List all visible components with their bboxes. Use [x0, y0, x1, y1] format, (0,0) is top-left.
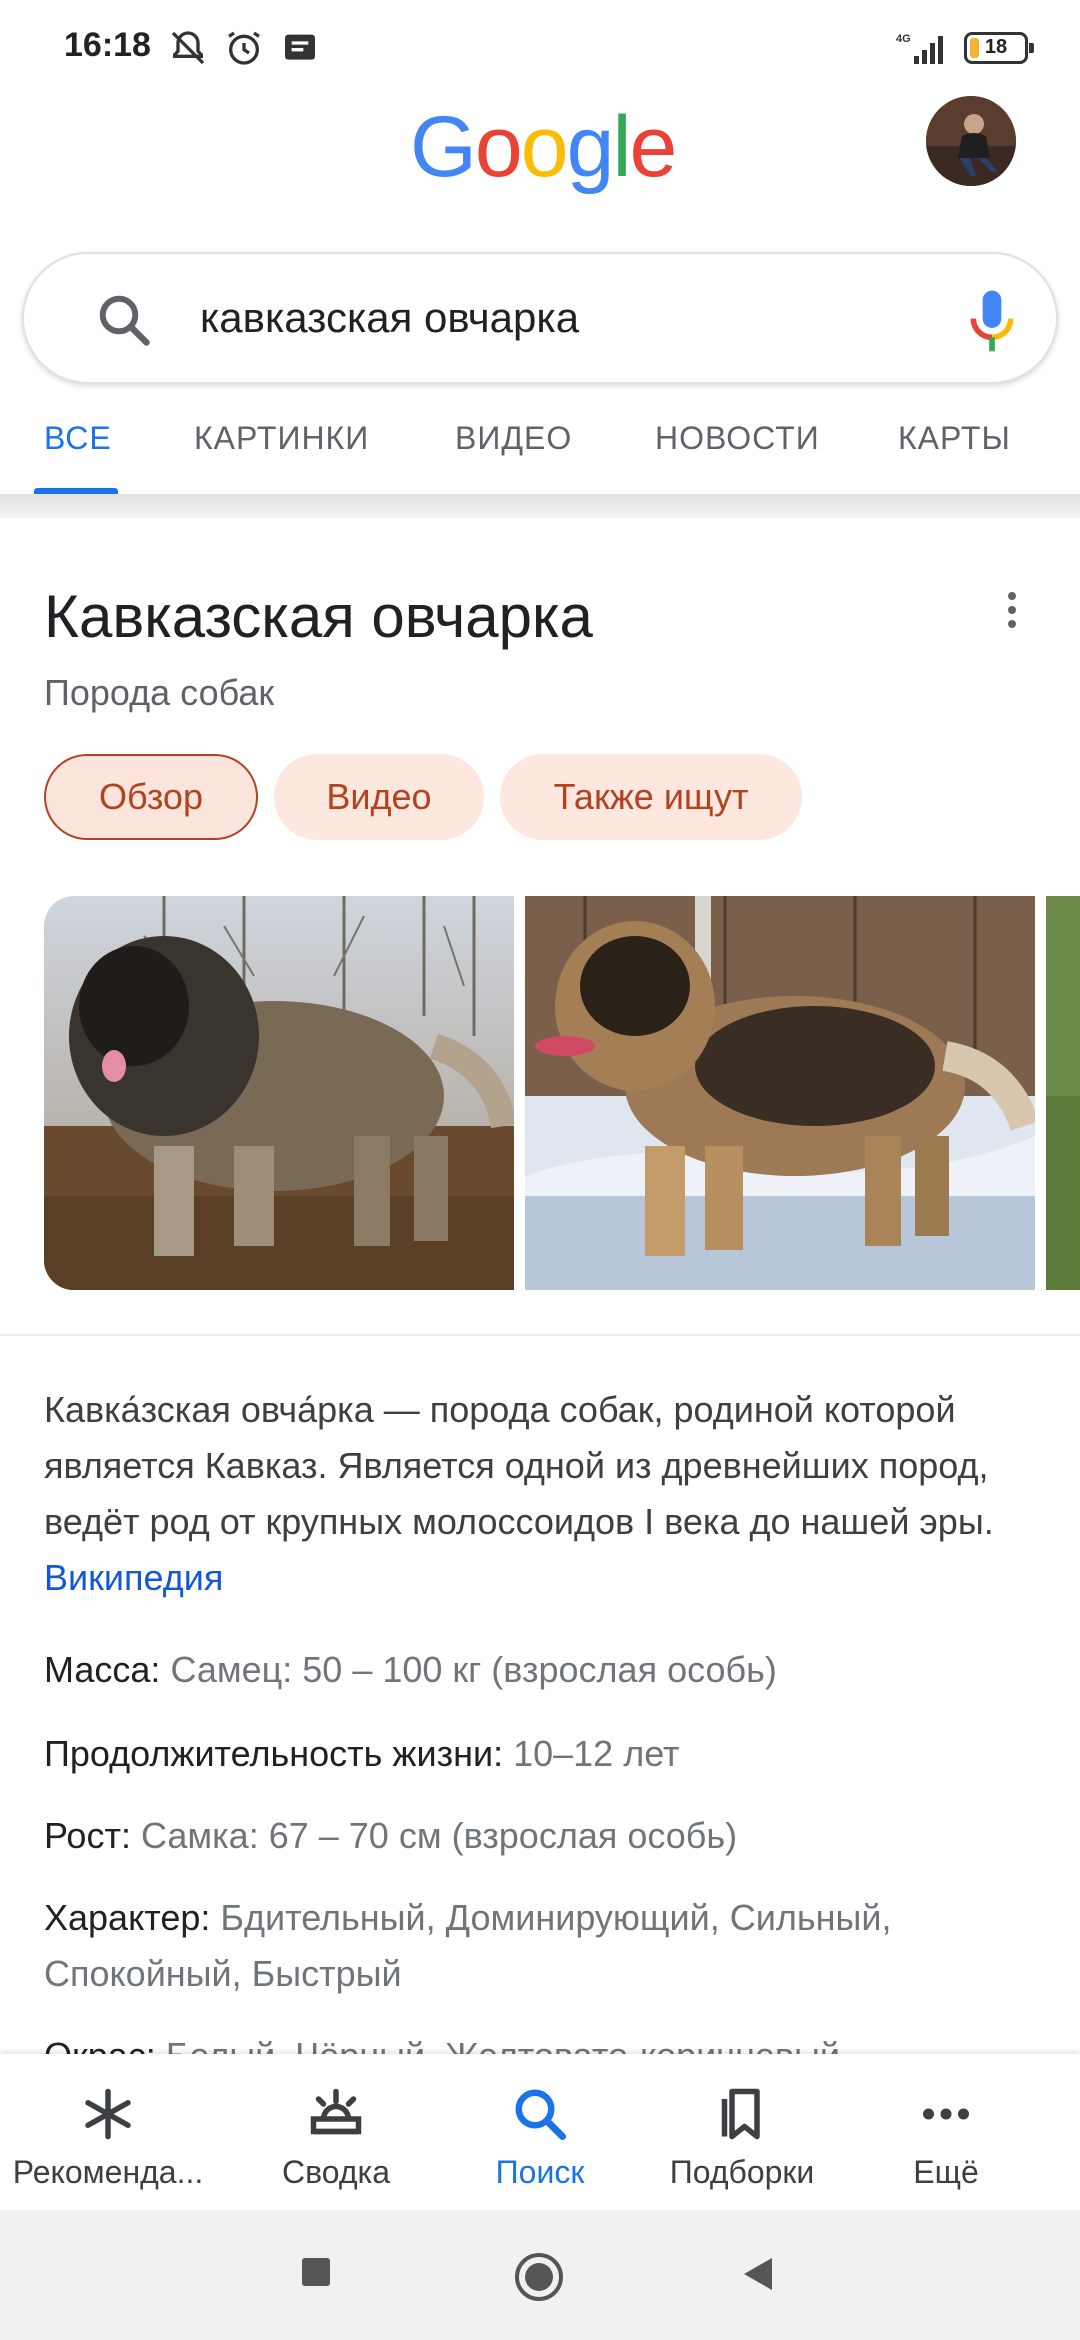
nav-search[interactable]: Поиск — [432, 2054, 648, 2210]
search-input[interactable]: кавказская овчарка — [200, 294, 579, 342]
avatar[interactable] — [926, 96, 1016, 186]
fact-label[interactable]: Масса: — [44, 1649, 160, 1690]
tab-all[interactable]: ВСЕ — [44, 420, 112, 457]
fact-value[interactable]: Самец: 50 – 100 кг (взрослая особь) — [170, 1649, 776, 1690]
nav-label: Подборки — [669, 2154, 815, 2190]
recents-square-icon[interactable] — [298, 2254, 334, 2290]
google-logo: Google — [410, 98, 678, 197]
wikipedia-link[interactable]: Википедия — [44, 1557, 223, 1598]
chip-overview[interactable]: Обзор — [44, 754, 258, 840]
bottom-nav: Рекоменда... Сводка Поиск Подборки Ещё — [0, 2054, 1080, 2210]
alarm-icon — [228, 31, 260, 65]
fact-label[interactable]: Характер: — [44, 1897, 210, 1938]
dog-image-1[interactable] — [44, 896, 514, 1290]
fact-lifespan: Продолжительность жизни: 10–12 лет — [44, 1726, 1044, 1782]
status-right: 4G 18 — [892, 30, 1034, 66]
message-icon — [285, 34, 315, 60]
search-tabs: ВСЕ КАРТИНКИ ВИДЕО НОВОСТИ КАРТЫ — [0, 410, 1080, 494]
description-text: Кавка́зская овча́рка — порода собак, род… — [44, 1389, 994, 1542]
logo-letter: o — [474, 99, 523, 195]
status-time: 16:18 — [64, 26, 151, 64]
more-horizontal-icon — [923, 2108, 969, 2120]
chip-video[interactable]: Видео — [274, 754, 484, 840]
tab-images[interactable]: КАРТИНКИ — [194, 420, 369, 457]
back-triangle-icon[interactable] — [740, 2254, 776, 2294]
more-vertical-icon[interactable] — [1000, 588, 1024, 632]
tab-news[interactable]: НОВОСТИ — [655, 420, 820, 457]
tabs-divider — [0, 494, 1080, 518]
search-icon[interactable] — [94, 290, 154, 350]
battery-level: 18 — [984, 36, 1008, 58]
logo-letter: o — [520, 99, 569, 195]
battery-icon: 18 — [964, 32, 1034, 64]
fact-label[interactable]: Рост: — [44, 1815, 131, 1856]
image-carousel[interactable] — [44, 896, 1080, 1290]
nav-label: Ещё — [913, 2154, 979, 2190]
tab-video[interactable]: ВИДЕО — [455, 420, 572, 457]
fact-value[interactable]: 10–12 лет — [513, 1733, 679, 1774]
nav-more[interactable]: Ещё — [838, 2054, 1054, 2210]
logo-letter: l — [612, 99, 631, 195]
panel-description: Кавка́зская овча́рка — порода собак, род… — [44, 1382, 1044, 1606]
nav-label: Поиск — [495, 2154, 585, 2190]
network-type: 4G — [896, 33, 911, 45]
logo-letter: g — [566, 99, 615, 195]
panel-title: Кавказская овчарка — [44, 583, 593, 650]
avatar-image — [926, 96, 1016, 186]
asterisk-icon — [85, 2088, 131, 2140]
fact-label[interactable]: Продолжительность жизни: — [44, 1733, 503, 1774]
signal-icon: 4G — [896, 33, 943, 64]
dog-image-3[interactable] — [1046, 896, 1080, 1290]
status-notification-icons — [168, 28, 320, 68]
sunrise-icon — [310, 2088, 362, 2135]
logo-letter: G — [410, 99, 477, 195]
status-bar: 16:18 4G 18 — [0, 0, 1080, 96]
logo-letter: e — [629, 99, 678, 195]
nav-label: Рекоменда... — [12, 2154, 204, 2190]
nav-collections[interactable]: Подборки — [634, 2054, 850, 2210]
home-circle-icon[interactable] — [512, 2250, 566, 2304]
nav-recommendations[interactable]: Рекоменда... — [0, 2054, 216, 2210]
screen: 16:18 4G 18 Google кавказская овчарка ВС… — [0, 0, 1080, 2340]
mic-icon[interactable] — [964, 286, 1020, 356]
search-box[interactable]: кавказская овчарка — [22, 252, 1058, 384]
fact-temperament: Характер: Бдительный, Доминирующий, Силь… — [44, 1890, 1044, 2002]
bookmarks-icon — [721, 2088, 760, 2140]
panel-divider — [0, 1334, 1080, 1336]
chip-also-search[interactable]: Также ищут — [500, 754, 802, 840]
fact-value[interactable]: Самка: 67 – 70 см (взрослая особь) — [141, 1815, 737, 1856]
mute-bell-icon — [171, 31, 205, 65]
search-icon — [515, 2089, 566, 2140]
fact-mass: Масса: Самец: 50 – 100 кг (взрослая особ… — [44, 1642, 1044, 1698]
nav-label: Сводка — [281, 2154, 390, 2190]
tab-maps[interactable]: КАРТЫ — [898, 420, 1011, 457]
nav-summary[interactable]: Сводка — [228, 2054, 444, 2210]
battery-tip — [1029, 43, 1034, 53]
panel-subtitle: Порода собак — [44, 672, 275, 713]
system-nav-bar — [0, 2210, 1080, 2340]
fact-height: Рост: Самка: 67 – 70 см (взрослая особь) — [44, 1808, 1044, 1864]
dog-image-2[interactable] — [525, 896, 1035, 1290]
